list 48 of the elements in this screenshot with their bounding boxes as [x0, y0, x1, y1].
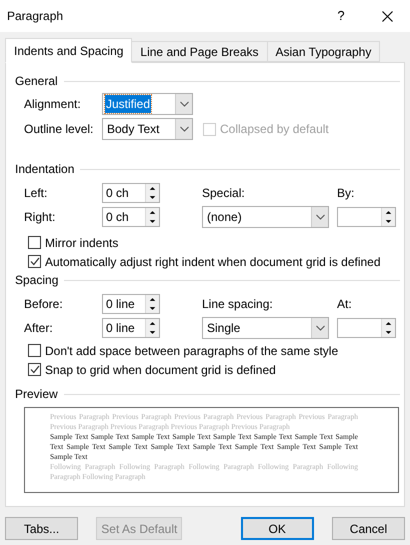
field-label: Special: [202, 185, 246, 202]
checkbox-label: Collapsed by default [220, 121, 329, 138]
spin-field[interactable] [337, 318, 396, 338]
dropdown[interactable]: (none) [202, 206, 329, 228]
chevron-down-icon [180, 126, 188, 132]
checkbox-label: Don't add space between paragraphs of the same style [45, 342, 338, 360]
checkbox[interactable] [28, 363, 41, 376]
group-heading: Preview [15, 386, 58, 403]
spin-field[interactable]: 0 line [102, 318, 160, 338]
check-icon [30, 257, 40, 266]
field-label: Line spacing: [202, 296, 274, 313]
tab[interactable]: Indents and Spacing [5, 38, 132, 63]
field-label: Outline level: [24, 121, 94, 138]
dialog-button[interactable]: OK [240, 517, 314, 540]
field-label: By: [337, 185, 356, 202]
tab[interactable]: Asian Typography [266, 41, 380, 62]
window-title: Paragraph [7, 8, 64, 25]
checkbox-label: Mirror indents [45, 234, 118, 252]
spin-field[interactable]: 0 line [102, 294, 160, 314]
spin-field[interactable]: 0 ch [102, 207, 160, 227]
chevron-down-icon [180, 101, 188, 107]
spin-field[interactable] [337, 207, 396, 227]
field-label: Before: [24, 296, 64, 313]
checkbox[interactable] [28, 344, 41, 357]
field-label: Left: [24, 185, 48, 202]
dropdown[interactable]: Justified [102, 93, 193, 115]
dialog-button[interactable]: Cancel [332, 517, 405, 540]
field-label: Alignment: [24, 96, 82, 113]
group-heading: Spacing [15, 272, 58, 289]
dropdown[interactable]: Single [202, 317, 329, 339]
check-icon [30, 365, 40, 374]
chevron-down-icon [316, 214, 324, 220]
checkbox[interactable] [28, 255, 41, 268]
checkbox-label: Automatically adjust right indent when document grid is defined [45, 254, 381, 270]
spin-field[interactable]: 0 ch [102, 183, 160, 203]
group-heading: General [15, 73, 58, 90]
checkbox[interactable] [28, 236, 41, 249]
tab[interactable]: Line and Page Breaks [131, 41, 268, 62]
field-label: Right: [24, 209, 56, 226]
checkbox-label: Snap to grid when document grid is defined [45, 362, 276, 378]
help-button[interactable]: ? [318, 1, 364, 31]
field-label: After: [24, 320, 54, 337]
dialog-button[interactable]: Tabs... [5, 517, 78, 540]
group-heading: Indentation [15, 161, 74, 178]
chevron-down-icon [316, 325, 324, 331]
close-icon [382, 10, 392, 22]
field-label: At: [337, 296, 353, 313]
dropdown[interactable]: Body Text [102, 118, 193, 140]
